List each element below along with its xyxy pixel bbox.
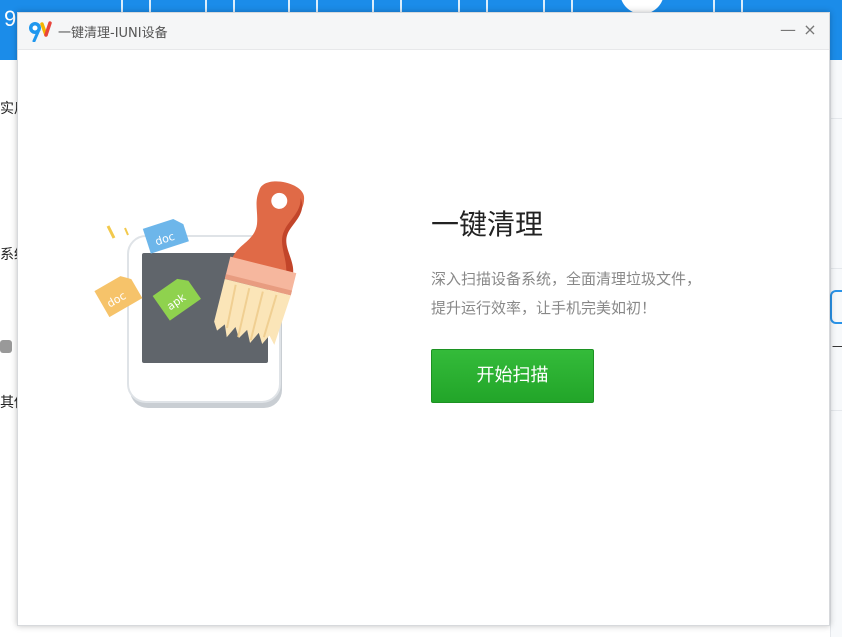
background-app-logo: 9 — [4, 6, 17, 31]
minimize-button[interactable]: — — [779, 21, 797, 39]
background-divider — [830, 410, 842, 411]
close-button[interactable]: × — [801, 21, 819, 39]
phone-cleaning-illustration: doc doc apk — [94, 181, 305, 408]
dialog-title: 一键清理-IUNI设备 — [58, 26, 168, 41]
description-line-1: 深入扫描设备系统，全面清理垃圾文件， — [431, 270, 702, 288]
dialog-titlebar[interactable]: 一键清理-IUNI设备 — × — [18, 13, 829, 50]
app-logo-icon — [29, 21, 52, 42]
background-right-text: 一 — [832, 340, 842, 354]
cleanup-dialog: 一键清理-IUNI设备 — × doc doc apk 一键清理 深入扫描设备系… — [17, 12, 830, 626]
dialog-heading: 一键清理 — [431, 208, 544, 241]
apple-icon — [0, 340, 12, 353]
start-scan-button[interactable]: 开始扫描 — [431, 349, 594, 403]
description-line-2: 提升运行效率，让手机完美如初！ — [431, 299, 657, 317]
background-divider — [830, 268, 842, 269]
background-divider — [830, 118, 842, 119]
background-shield-icon — [830, 290, 842, 324]
